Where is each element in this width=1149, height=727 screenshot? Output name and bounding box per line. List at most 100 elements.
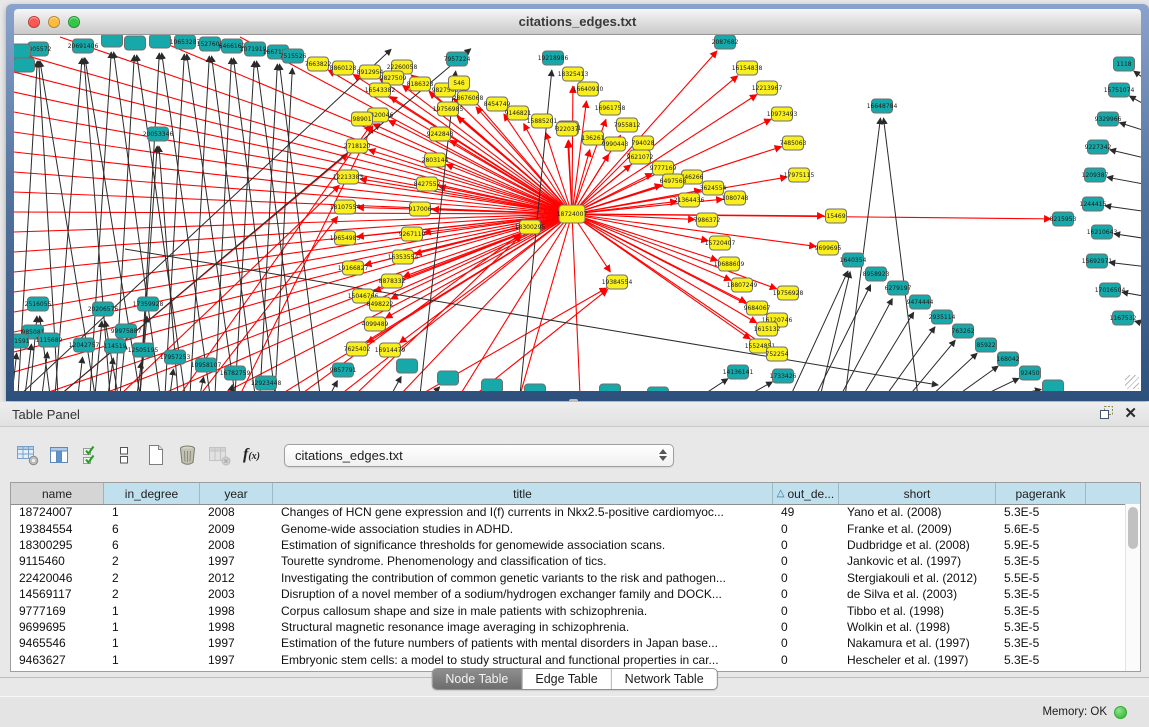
- column-header-in-degree[interactable]: in_degree: [104, 483, 200, 504]
- table-cell[interactable]: 1997: [200, 554, 273, 568]
- table-cell[interactable]: 2008: [200, 538, 273, 552]
- table-cell[interactable]: Stergiakouli et al. (2012): [839, 571, 996, 585]
- table-row[interactable]: 946362711997Embryonic stem cells: a mode…: [11, 652, 1125, 668]
- table-cell[interactable]: Wolkin et al. (1998): [839, 620, 996, 634]
- table-cell[interactable]: 1997: [200, 636, 273, 650]
- table-cell[interactable]: 2: [104, 554, 200, 568]
- table-cell[interactable]: 1: [104, 604, 200, 618]
- table-cell[interactable]: 5.3E-5: [996, 505, 1086, 519]
- table-row[interactable]: 1456911722003Disruption of a novel membe…: [11, 586, 1125, 602]
- table-cell[interactable]: 9699695: [11, 620, 104, 634]
- table-cell[interactable]: Corpus callosum shape and size in male p…: [273, 604, 773, 618]
- graph-node[interactable]: [397, 359, 418, 373]
- table-cell[interactable]: 0: [773, 587, 839, 601]
- network-canvas[interactable]: 1872400776638228860128891295422260058982…: [14, 35, 1141, 391]
- table-cell[interactable]: 1998: [200, 604, 273, 618]
- table-cell[interactable]: Dudbridge et al. (2008): [839, 538, 996, 552]
- graph-node[interactable]: [14, 44, 31, 58]
- table-cell[interactable]: 5.6E-5: [996, 522, 1086, 536]
- table-cell[interactable]: 5.3E-5: [996, 620, 1086, 634]
- table-cell[interactable]: 2: [104, 587, 200, 601]
- close-window-icon[interactable]: [28, 16, 40, 28]
- table-cell[interactable]: Disruption of a novel member of a sodium…: [273, 587, 773, 601]
- minimize-window-icon[interactable]: [48, 16, 60, 28]
- table-cell[interactable]: 2008: [200, 505, 273, 519]
- table-cell[interactable]: 0: [773, 636, 839, 650]
- network-window[interactable]: citations_edges.txt 18724007766382288601…: [6, 4, 1149, 401]
- table-row[interactable]: 977716911998Corpus callosum shape and si…: [11, 602, 1125, 618]
- table-cell[interactable]: 5.3E-5: [996, 604, 1086, 618]
- table-cell[interactable]: Estimation of the future numbers of pati…: [273, 636, 773, 650]
- graph-node[interactable]: [1043, 380, 1064, 391]
- table-cell[interactable]: 2003: [200, 587, 273, 601]
- table-cell[interactable]: 22420046: [11, 571, 104, 585]
- table-cell[interactable]: Tourette syndrome. Phenomenology and cla…: [273, 554, 773, 568]
- table-cell[interactable]: 5.3E-5: [996, 554, 1086, 568]
- table-cell[interactable]: Jankovic et al. (1997): [839, 554, 996, 568]
- table-cell[interactable]: 5.5E-5: [996, 571, 1086, 585]
- table-cell[interactable]: de Silva et al. (2003): [839, 587, 996, 601]
- graph-node[interactable]: [102, 35, 123, 47]
- column-header-year[interactable]: year: [200, 483, 273, 504]
- table-cell[interactable]: Tibbo et al. (1998): [839, 604, 996, 618]
- tab-node-table[interactable]: Node Table: [432, 669, 521, 689]
- table-cell[interactable]: Nakamura et al. (1997): [839, 636, 996, 650]
- table-cell[interactable]: 14569117: [11, 587, 104, 601]
- graph-node[interactable]: [600, 384, 621, 391]
- table-cell[interactable]: 0: [773, 653, 839, 667]
- table-cell[interactable]: 1: [104, 636, 200, 650]
- column-header-pagerank[interactable]: pagerank: [996, 483, 1086, 504]
- table-cell[interactable]: 5.3E-5: [996, 653, 1086, 667]
- table-cell[interactable]: 1998: [200, 620, 273, 634]
- function-builder-icon[interactable]: f(x): [238, 442, 265, 469]
- table-cell[interactable]: Yano et al. (2008): [839, 505, 996, 519]
- table-cell[interactable]: 0: [773, 571, 839, 585]
- table-cell[interactable]: 1: [104, 505, 200, 519]
- graph-node[interactable]: [125, 36, 146, 50]
- table-cell[interactable]: 18724007: [11, 505, 104, 519]
- column-header-short[interactable]: short: [839, 483, 996, 504]
- column-header-name[interactable]: name: [11, 483, 104, 504]
- table-row[interactable]: 2242004622012Investigating the contribut…: [11, 570, 1125, 586]
- table-cell[interactable]: 5.3E-5: [996, 636, 1086, 650]
- row-height-icon[interactable]: [110, 442, 137, 469]
- table-cell[interactable]: 0: [773, 604, 839, 618]
- column-header-title[interactable]: title: [273, 483, 773, 504]
- table-cell[interactable]: Structural magnetic resonance image aver…: [273, 620, 773, 634]
- zoom-window-icon[interactable]: [68, 16, 80, 28]
- column-visibility-icon[interactable]: [46, 442, 73, 469]
- table-cell[interactable]: 0: [773, 554, 839, 568]
- column-header-out-de-[interactable]: △out_de...: [773, 483, 839, 504]
- graph-node[interactable]: [14, 58, 35, 72]
- table-row[interactable]: 946554611997Estimation of the future num…: [11, 635, 1125, 651]
- table-cell[interactable]: Hescheler et al. (1997): [839, 653, 996, 667]
- graph-node[interactable]: [438, 371, 459, 385]
- table-cell[interactable]: 9777169: [11, 604, 104, 618]
- table-cell[interactable]: 5.3E-5: [996, 587, 1086, 601]
- table-cell[interactable]: Genome-wide association studies in ADHD.: [273, 522, 773, 536]
- table-scrollbar[interactable]: [1125, 504, 1140, 671]
- table-cell[interactable]: 2009: [200, 522, 273, 536]
- table-cell[interactable]: 9463627: [11, 653, 104, 667]
- table-cell[interactable]: 9465546: [11, 636, 104, 650]
- table-row[interactable]: 969969511998Structural magnetic resonanc…: [11, 619, 1125, 635]
- table-cell[interactable]: 5.9E-5: [996, 538, 1086, 552]
- table-cell[interactable]: 18300295: [11, 538, 104, 552]
- table-cell[interactable]: 2012: [200, 571, 273, 585]
- table-cell[interactable]: 0: [773, 620, 839, 634]
- table-selector[interactable]: citations_edges.txt: [284, 444, 674, 467]
- table-cell[interactable]: 1: [104, 653, 200, 667]
- graph-node[interactable]: [525, 384, 546, 391]
- table-row[interactable]: 911546021997Tourette syndrome. Phenomeno…: [11, 553, 1125, 569]
- table-cell[interactable]: 1: [104, 620, 200, 634]
- scrollbar-thumb[interactable]: [1128, 507, 1138, 549]
- table-cell[interactable]: Investigating the contribution of common…: [273, 571, 773, 585]
- table-settings-icon[interactable]: [14, 442, 41, 469]
- window-titlebar[interactable]: citations_edges.txt: [14, 9, 1141, 35]
- delete-table-icon[interactable]: [174, 442, 201, 469]
- graph-node[interactable]: [482, 379, 503, 391]
- table-row[interactable]: 1938455462009Genome-wide association stu…: [11, 520, 1125, 536]
- network-graph[interactable]: 1872400776638228860128891295422260058982…: [14, 35, 1141, 391]
- graph-node[interactable]: [150, 35, 171, 48]
- new-table-icon[interactable]: [142, 442, 169, 469]
